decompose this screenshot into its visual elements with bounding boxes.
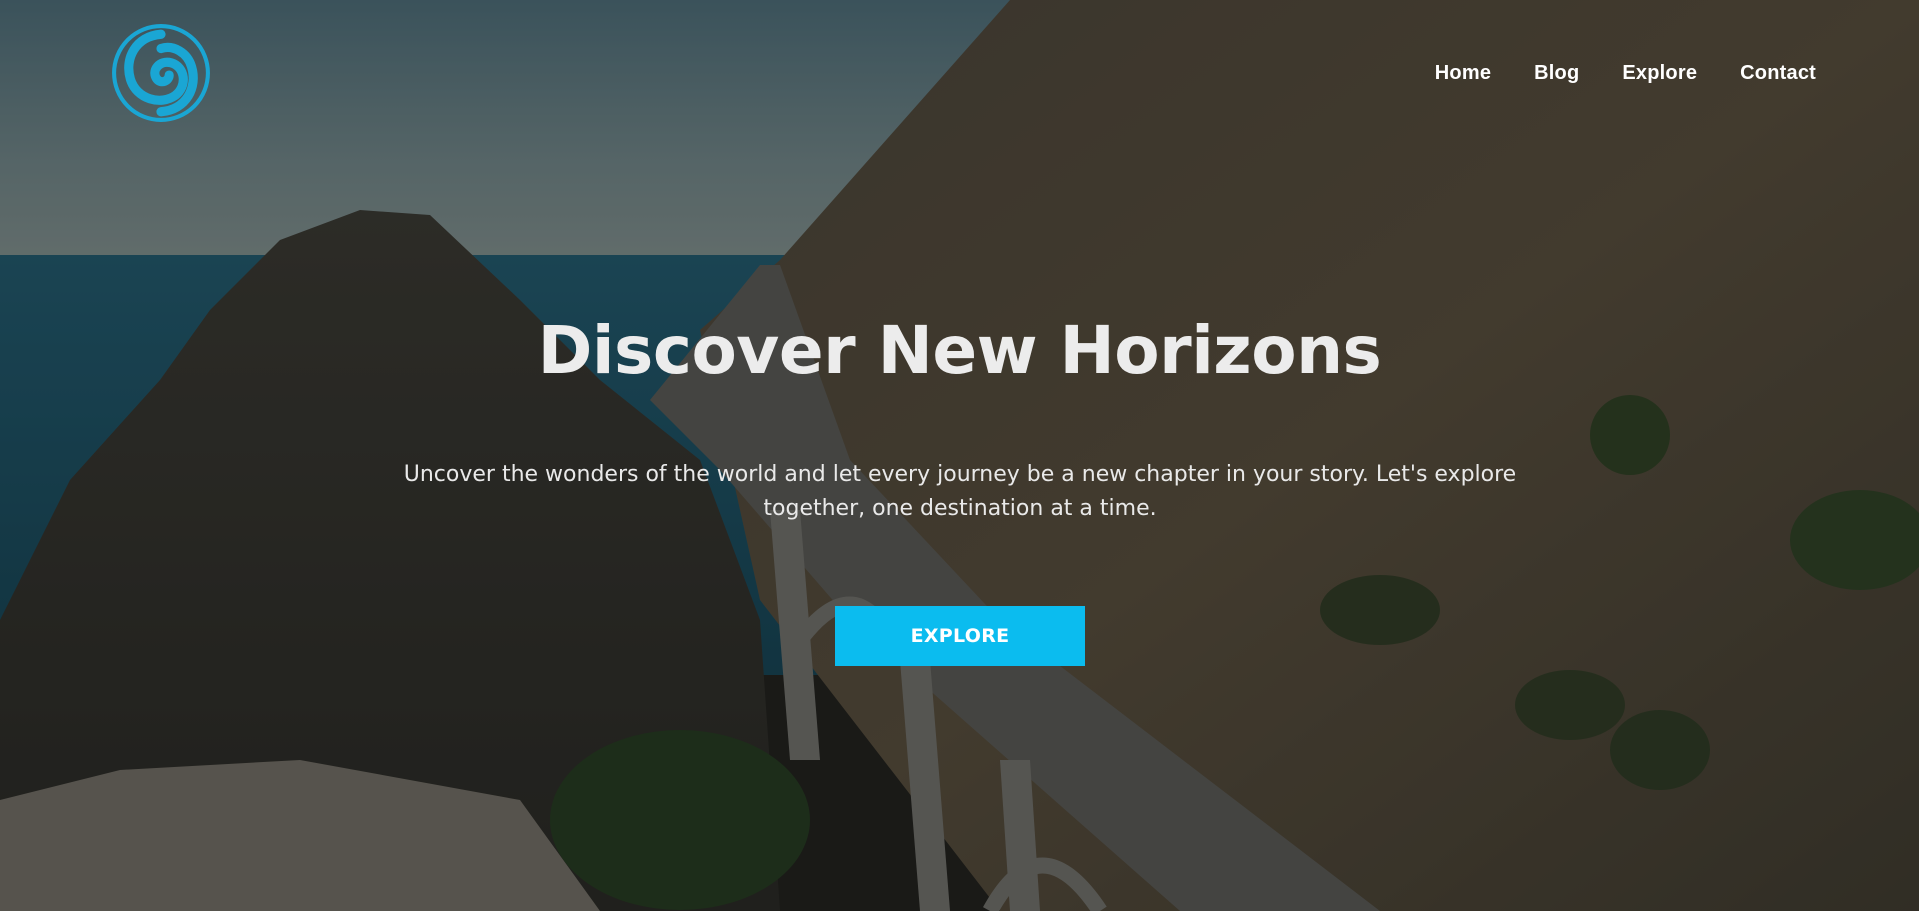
hero-subtitle: Uncover the wonders of the world and let… [403,462,1517,521]
hero-title: Discover New Horizons [537,312,1382,389]
explore-button[interactable]: EXPLORE [835,606,1085,666]
nav-item-blog[interactable]: Blog [1534,62,1579,85]
hero-dark-overlay [0,0,1919,911]
nav-item-explore[interactable]: Explore [1622,62,1697,85]
hero-section: Home Blog Explore Contact Discover New H… [0,0,1919,911]
nav-item-contact[interactable]: Contact [1740,62,1816,85]
nav-item-home[interactable]: Home [1435,62,1491,85]
main-navigation: Home Blog Explore Contact [1435,62,1816,85]
swirl-logo-icon[interactable] [110,22,212,124]
